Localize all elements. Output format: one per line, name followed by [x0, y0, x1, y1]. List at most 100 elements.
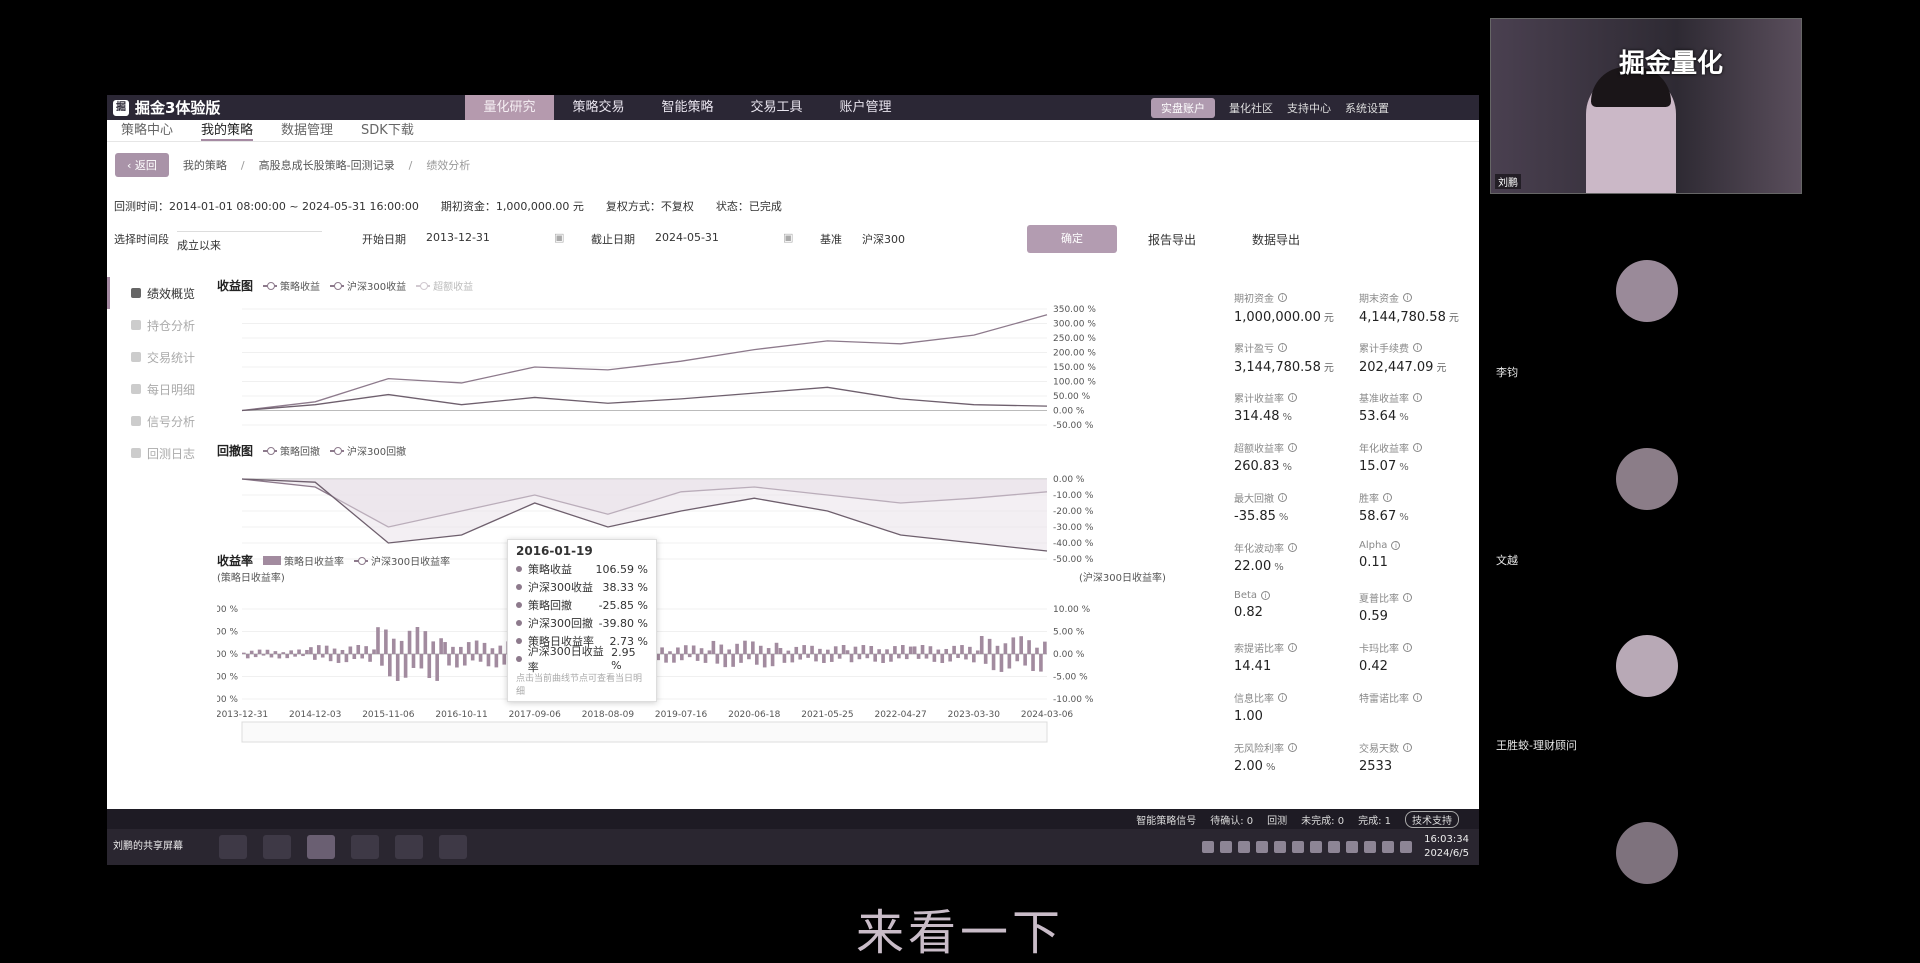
series-dot-icon	[516, 566, 522, 572]
stats-icon	[131, 352, 141, 362]
daily-return-bar	[309, 647, 313, 654]
back-button[interactable]: ‹ 返回	[115, 153, 169, 177]
daily-return-bar	[376, 627, 380, 654]
legend-benchmark-daily[interactable]: 沪深300日收益率	[354, 553, 450, 568]
start-date-input[interactable]: 2013-12-31	[426, 231, 490, 244]
breadcrumb-my-strategy[interactable]: 我的策略	[183, 157, 227, 173]
tray-icon[interactable]	[1238, 841, 1251, 853]
info-icon[interactable]: i	[1403, 743, 1412, 752]
daily-return-bar	[380, 654, 384, 666]
calendar-icon[interactable]: ▣	[554, 231, 564, 244]
settings-link[interactable]: 系统设置	[1345, 100, 1389, 116]
nav-trade-tools[interactable]: 交易工具	[732, 95, 821, 120]
legend-benchmark-drawdown[interactable]: 沪深300回撤	[330, 443, 406, 458]
community-link[interactable]: 量化社区	[1229, 100, 1273, 116]
log-icon	[131, 448, 141, 458]
performance-charts[interactable]: 350.00 % 300.00 % 250.00 % 200.00 % 150.00 %…	[217, 277, 1227, 865]
benchmark-select[interactable]: 沪深300	[862, 231, 905, 247]
info-icon[interactable]: i	[1261, 591, 1271, 600]
tab-my-strategy[interactable]: 我的策略	[201, 120, 254, 141]
period-select[interactable]: 成立以来 ⌄	[177, 231, 322, 252]
menu-performance-overview[interactable]: 绩效概览	[107, 277, 217, 309]
breadcrumb-backtest-record[interactable]: 高股息成长股策略-回测记录	[259, 157, 395, 173]
taskbar-app-icon[interactable]	[307, 835, 335, 859]
tray-icon[interactable]	[1310, 841, 1323, 853]
nav-smart-strategy[interactable]: 智能策略	[643, 95, 732, 120]
daily-return-bar	[395, 654, 400, 681]
tech-support-button[interactable]: 技术支持	[1405, 810, 1459, 828]
menu-daily-detail[interactable]: 每日明细	[107, 373, 217, 405]
info-icon[interactable]: i	[1288, 443, 1297, 452]
info-icon[interactable]: i	[1278, 343, 1287, 352]
info-icon[interactable]: i	[1288, 543, 1297, 552]
tray-icon[interactable]	[1364, 841, 1377, 853]
info-icon[interactable]: i	[1403, 643, 1412, 652]
stat-value: 22.00%	[1234, 559, 1354, 574]
taskbar-app-icon[interactable]	[395, 835, 423, 859]
info-icon[interactable]: i	[1413, 443, 1422, 452]
nav-strategy-trade[interactable]: 策略交易	[554, 95, 643, 120]
legend-benchmark-return[interactable]: 沪深300收益	[330, 278, 406, 293]
taskbar-app-icon[interactable]	[219, 835, 247, 859]
tray-icon[interactable]	[1346, 841, 1359, 853]
daily-return-bar	[482, 642, 487, 654]
daily-return-bar	[964, 654, 968, 660]
report-export-button[interactable]: 报告导出	[1148, 231, 1196, 248]
end-date-input[interactable]: 2024-05-31	[655, 231, 719, 244]
calendar-icon[interactable]: ▣	[783, 231, 793, 244]
taskbar-app-icon[interactable]	[263, 835, 291, 859]
clock[interactable]: 16:03:34 2024/6/5	[1424, 833, 1479, 861]
stat-value-text: 0.42	[1359, 659, 1388, 674]
menu-trade-stats[interactable]: 交易统计	[107, 341, 217, 373]
tray-icon[interactable]	[1274, 841, 1287, 853]
tray-icon[interactable]	[1292, 841, 1305, 853]
info-icon[interactable]: i	[1413, 343, 1422, 352]
legend-strategy-drawdown[interactable]: 策略回撤	[263, 443, 320, 458]
tab-sdk-download[interactable]: SDK下载	[361, 120, 414, 141]
tab-data-management[interactable]: 数据管理	[281, 120, 333, 141]
info-icon[interactable]: i	[1413, 393, 1422, 402]
info-icon[interactable]: i	[1391, 541, 1401, 550]
info-icon[interactable]: i	[1288, 743, 1297, 752]
info-icon[interactable]: i	[1403, 293, 1412, 302]
legend-strategy-return[interactable]: 策略收益	[263, 278, 320, 293]
menu-position-analysis[interactable]: 持仓分析	[107, 309, 217, 341]
ime-icon[interactable]	[1400, 841, 1413, 853]
tray-icon[interactable]	[1328, 841, 1341, 853]
daily-return-bar	[932, 654, 937, 662]
tray-icon[interactable]	[1220, 841, 1233, 853]
confirm-button[interactable]: 确定	[1027, 225, 1117, 253]
legend-strategy-daily[interactable]: 策略日收益率	[263, 553, 344, 568]
tooltip-value: -39.80 %	[598, 616, 648, 630]
live-account-button[interactable]: 实盘账户	[1151, 97, 1215, 118]
info-icon[interactable]: i	[1278, 693, 1287, 702]
info-icon[interactable]: i	[1383, 493, 1392, 502]
menu-backtest-log[interactable]: 回测日志	[107, 437, 217, 469]
taskbar-app-icon[interactable]	[351, 835, 379, 859]
taskbar-app-icon[interactable]	[439, 835, 467, 859]
data-export-button[interactable]: 数据导出	[1252, 231, 1300, 248]
legend-marker-icon	[416, 281, 431, 290]
nav-research[interactable]: 量化研究	[465, 95, 554, 120]
charts-area: 350.00 % 300.00 % 250.00 % 200.00 % 150.00 %…	[217, 277, 1227, 865]
share-screen-label[interactable]: 刘鹏的共享屏幕	[113, 841, 203, 853]
info-icon[interactable]: i	[1278, 493, 1287, 502]
volume-icon[interactable]	[1382, 841, 1395, 853]
stat-value: 4,144,780.58 元	[1359, 309, 1479, 325]
tray-icon[interactable]	[1256, 841, 1269, 853]
tray-icon[interactable]	[1202, 841, 1215, 853]
tooltip-row: 策略收益 106.59 %	[516, 560, 648, 578]
support-link[interactable]: 支持中心	[1287, 100, 1331, 116]
smart-signal[interactable]: 智能策略信号	[1136, 812, 1196, 827]
info-icon[interactable]: i	[1278, 293, 1287, 302]
info-icon[interactable]: i	[1288, 393, 1297, 402]
info-icon[interactable]: i	[1288, 643, 1297, 652]
tab-strategy-center[interactable]: 策略中心	[121, 120, 173, 141]
nav-account[interactable]: 账户管理	[821, 95, 910, 120]
menu-signal-analysis[interactable]: 信号分析	[107, 405, 217, 437]
legend-excess-return[interactable]: 超额收益	[416, 278, 473, 293]
info-icon[interactable]: i	[1403, 593, 1412, 602]
presenter-video[interactable]: 掘金量化 刘鹏	[1490, 18, 1802, 194]
stat-value: 2533	[1359, 759, 1479, 774]
info-icon[interactable]: i	[1413, 693, 1422, 702]
